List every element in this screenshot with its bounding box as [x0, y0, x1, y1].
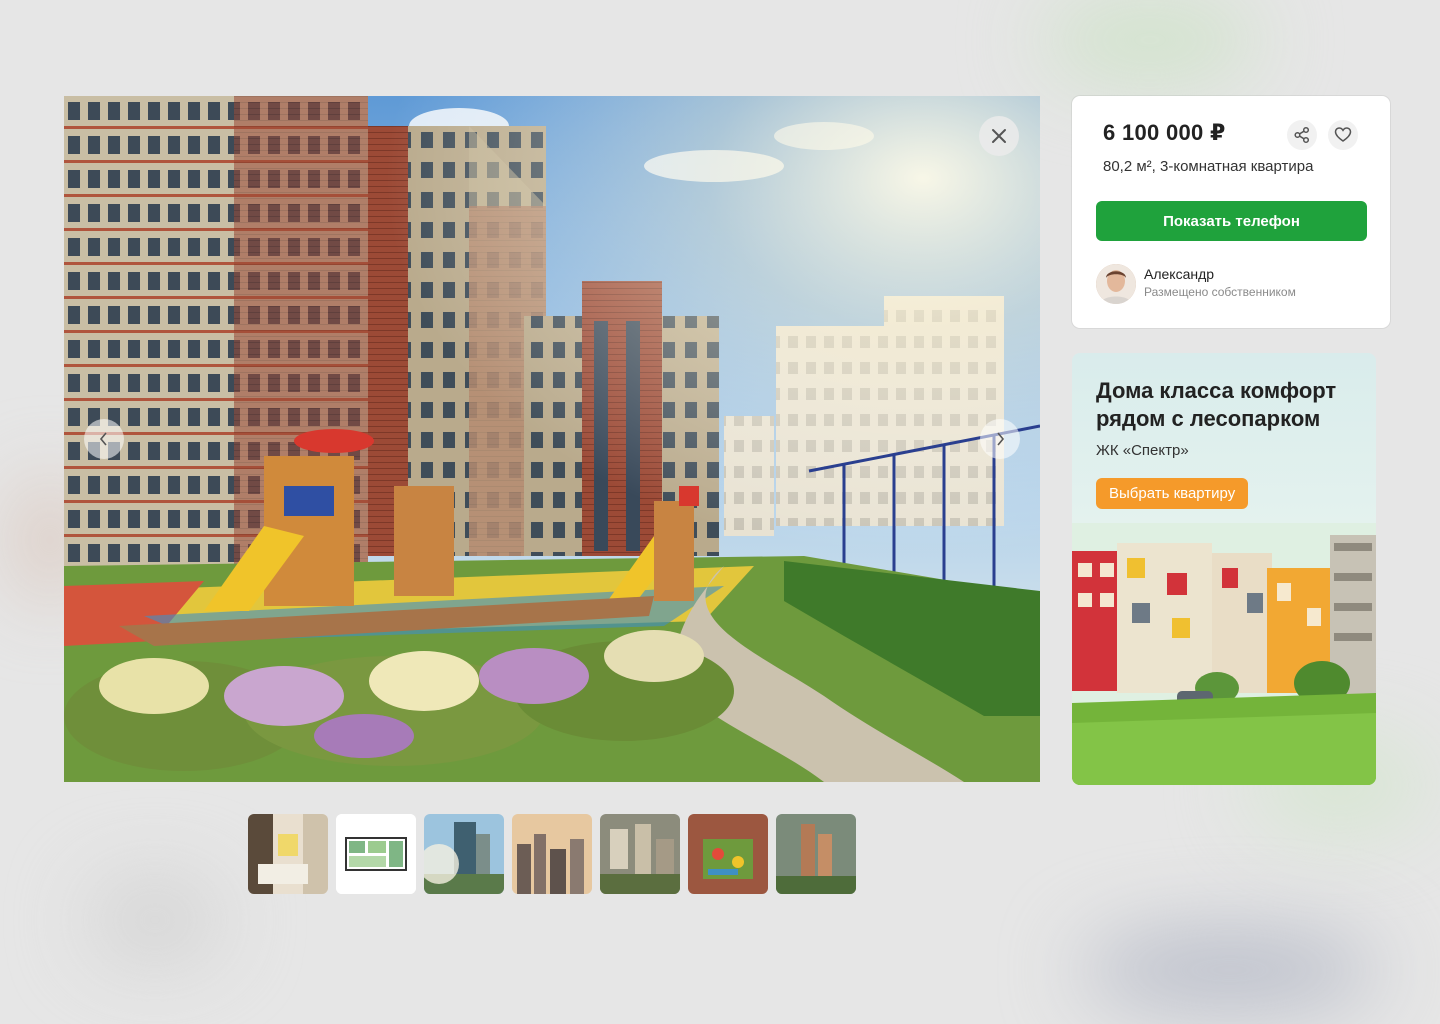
background-blur — [1040, 0, 1260, 80]
choose-apartment-button[interactable]: Выбрать квартиру — [1096, 478, 1249, 509]
listing-price: 6 100 000 ₽ — [1103, 120, 1226, 145]
favorite-button[interactable] — [1328, 120, 1358, 150]
share-icon — [1294, 126, 1310, 144]
chevron-left-icon — [99, 432, 107, 446]
thumbnail-interior[interactable] — [248, 814, 328, 894]
seller-name[interactable]: Александр — [1144, 266, 1214, 282]
thumbnail-tower[interactable] — [424, 814, 504, 894]
ad-illustration — [1072, 523, 1376, 785]
share-button[interactable] — [1287, 120, 1317, 150]
ad-subtitle: ЖК «Спектр» — [1096, 442, 1189, 459]
show-phone-button[interactable]: Показать телефон — [1096, 201, 1367, 241]
close-gallery-button[interactable] — [979, 116, 1019, 156]
close-icon — [992, 129, 1006, 143]
thumbnail-aerial[interactable] — [600, 814, 680, 894]
background-blur — [1080, 930, 1380, 1010]
ad-banner[interactable]: Дома класса комфорт рядом с лесопарком Ж… — [1072, 353, 1376, 785]
seller-note: Размещено собственником — [1144, 285, 1296, 299]
listing-card: 6 100 000 ₽ 80,2 м², 3-комнатная квартир… — [1072, 96, 1390, 328]
thumbnail-complex[interactable] — [776, 814, 856, 894]
heart-icon — [1334, 127, 1352, 142]
main-photo — [64, 96, 1040, 782]
listing-description: 80,2 м², 3-комнатная квартира — [1103, 158, 1314, 175]
thumbnail-courtyard[interactable] — [688, 814, 768, 894]
next-photo-button[interactable] — [980, 419, 1020, 459]
background-blur — [90, 880, 220, 960]
thumbnail-strip — [248, 814, 856, 894]
ad-title: Дома класса комфорт рядом с лесопарком — [1096, 378, 1337, 431]
avatar[interactable] — [1096, 264, 1136, 304]
previous-photo-button[interactable] — [84, 419, 124, 459]
thumbnail-city-panorama[interactable] — [512, 814, 592, 894]
chevron-right-icon — [997, 432, 1005, 446]
thumbnail-floor-plan[interactable] — [336, 814, 416, 894]
